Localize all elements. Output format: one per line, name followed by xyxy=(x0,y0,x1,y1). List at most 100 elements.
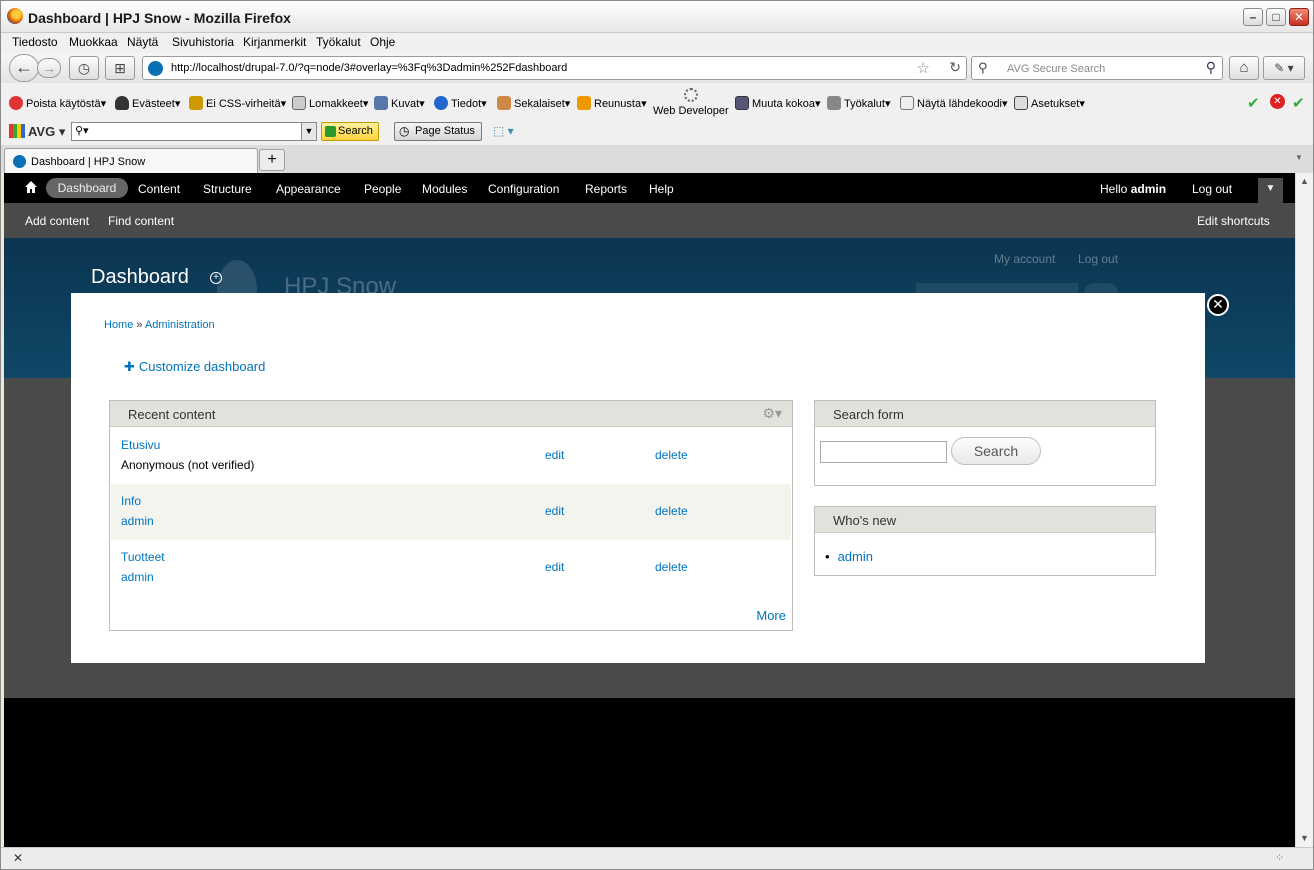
search-input[interactable] xyxy=(820,441,947,463)
menu-muokkaa[interactable]: Muokkaa xyxy=(69,35,118,49)
close-button[interactable]: ✕ xyxy=(1289,8,1309,26)
content-title-link[interactable]: Tuotteet xyxy=(121,550,165,564)
search-bar[interactable]: ⚲ AVG Secure Search ⚲ xyxy=(971,56,1223,80)
secondary-my-account[interactable]: My account xyxy=(994,252,1055,266)
menu-ohje[interactable]: Ohje xyxy=(370,35,395,49)
history-button[interactable]: ◷ xyxy=(69,56,99,80)
user-link[interactable]: admin xyxy=(838,549,873,564)
customize-dashboard-link[interactable]: ✚ Customize dashboard xyxy=(124,359,265,375)
page-status-button[interactable]: ◷ Page Status xyxy=(394,122,482,141)
chevron-down-icon[interactable]: ▼ xyxy=(301,123,316,140)
wd-cookies[interactable]: Evästeet▾ xyxy=(115,96,180,110)
user-icon xyxy=(115,96,129,110)
new-tab-button[interactable]: + xyxy=(259,149,285,171)
maximize-button[interactable]: □ xyxy=(1266,8,1286,26)
search-form-block: Search form Search xyxy=(814,400,1156,486)
reload-icon[interactable]: ↻ xyxy=(949,59,961,76)
toolbar-people[interactable]: People xyxy=(364,182,401,196)
block-header: Search form xyxy=(815,401,1155,427)
toolbar-configuration[interactable]: Configuration xyxy=(488,182,559,196)
delete-link[interactable]: delete xyxy=(655,560,688,574)
scroll-up-icon[interactable]: ▲ xyxy=(1300,176,1309,186)
toolbar-help[interactable]: Help xyxy=(649,182,674,196)
wd-resize[interactable]: Muuta kokoa▾ xyxy=(735,96,821,110)
edit-link[interactable]: edit xyxy=(545,448,564,462)
forward-button[interactable]: → xyxy=(37,58,61,78)
home-icon[interactable] xyxy=(24,180,38,194)
tab-list-icon[interactable]: ▼ xyxy=(1295,153,1303,162)
check-green-icon[interactable]: ✔ xyxy=(1247,94,1260,112)
menu-bar: Tiedosto Muokkaa Näytä Sivuhistoria Kirj… xyxy=(1,33,1313,53)
home-icon[interactable]: ⌂ xyxy=(1229,56,1259,80)
shortcut-find-content[interactable]: Find content xyxy=(108,214,174,228)
more-link[interactable]: More xyxy=(756,608,786,623)
content-author-link[interactable]: admin xyxy=(121,570,154,584)
shortcut-add-content[interactable]: Add content xyxy=(25,214,89,228)
error-red-icon[interactable]: ✕ xyxy=(1270,94,1285,109)
block-title: Who's new xyxy=(833,513,897,528)
wd-info[interactable]: Tiedot▾ xyxy=(434,96,487,110)
content-author-link[interactable]: admin xyxy=(121,514,154,528)
wd-tools[interactable]: Työkalut▾ xyxy=(827,96,891,110)
close-addon-bar-icon[interactable]: ✕ xyxy=(13,851,23,865)
avg-search-button[interactable]: Search xyxy=(321,122,379,141)
url-bar[interactable]: http://localhost/drupal-7.0/?q=node/3#ov… xyxy=(142,56,967,80)
wd-css[interactable]: Ei CSS-virheitä▾ xyxy=(189,96,286,110)
toolbar-username[interactable]: admin xyxy=(1131,182,1166,196)
avg-search-input[interactable]: ⚲▾ ▼ xyxy=(71,122,317,141)
toolbar-reports[interactable]: Reports xyxy=(585,182,627,196)
menu-tyokalut[interactable]: Työkalut xyxy=(316,35,361,49)
wd-misc[interactable]: Sekalaiset▾ xyxy=(497,96,570,110)
wd-disable[interactable]: Poista käytöstä▾ xyxy=(9,96,106,110)
search-go-icon[interactable]: ⚲ xyxy=(1206,59,1216,76)
vertical-scrollbar[interactable]: ▲ ▼ xyxy=(1295,173,1313,847)
overlay-close-button[interactable]: ✕ xyxy=(1207,294,1229,316)
delete-link[interactable]: delete xyxy=(655,448,688,462)
delete-link[interactable]: delete xyxy=(655,504,688,518)
content-title-link[interactable]: Etusivu xyxy=(121,438,160,452)
options-icon xyxy=(1014,96,1028,110)
disable-icon xyxy=(9,96,23,110)
toolbar-logout[interactable]: Log out xyxy=(1192,182,1232,196)
menu-sivuhistoria[interactable]: Sivuhistoria xyxy=(172,35,234,49)
toolbar-structure[interactable]: Structure xyxy=(203,182,252,196)
edit-link[interactable]: edit xyxy=(545,504,564,518)
edit-link[interactable]: edit xyxy=(545,560,564,574)
edit-shortcuts-link[interactable]: Edit shortcuts xyxy=(1197,214,1270,228)
scroll-down-icon[interactable]: ▼ xyxy=(1300,833,1309,843)
minimize-button[interactable]: – xyxy=(1243,8,1263,26)
toolbar-content[interactable]: Content xyxy=(138,182,180,196)
wd-view-source[interactable]: Näytä lähdekoodi▾ xyxy=(900,96,1008,110)
home-save-button[interactable]: ⊞ xyxy=(105,56,135,80)
avg-extra-icon[interactable]: ⬚ ▾ xyxy=(493,124,514,138)
menu-nayta[interactable]: Näytä xyxy=(127,35,158,49)
gear-icon[interactable]: ⚙▾ xyxy=(762,405,782,422)
add-shortcut-icon[interactable]: + xyxy=(210,272,222,284)
toolbar-appearance[interactable]: Appearance xyxy=(276,182,341,196)
title-bar: Dashboard | HPJ Snow - Mozilla Firefox –… xyxy=(1,1,1313,33)
wd-outline[interactable]: Reunusta▾ xyxy=(577,96,647,110)
toolbar-modules[interactable]: Modules xyxy=(422,182,467,196)
url-text[interactable]: http://localhost/drupal-7.0/?q=node/3#ov… xyxy=(171,62,567,74)
breadcrumb-administration[interactable]: Administration xyxy=(145,319,215,331)
overlay-dialog: Home » Administration ✚ Customize dashboa… xyxy=(71,293,1205,663)
wd-forms[interactable]: Lomakkeet▾ xyxy=(292,96,368,110)
search-button[interactable]: Search xyxy=(951,437,1041,465)
secondary-log-out[interactable]: Log out xyxy=(1078,252,1118,266)
menu-kirjanmerkit[interactable]: Kirjanmerkit xyxy=(243,35,306,49)
search-engine-icon[interactable]: ⚲ xyxy=(978,60,988,76)
back-button[interactable]: ← xyxy=(9,54,39,82)
breadcrumb-home[interactable]: Home xyxy=(104,319,133,331)
tab-dashboard[interactable]: Dashboard | HPJ Snow xyxy=(4,148,258,173)
bookmark-star-icon[interactable]: ☆ xyxy=(917,59,930,77)
menu-tiedosto[interactable]: Tiedosto xyxy=(12,35,58,49)
avg-logo[interactable]: AVG ▾ xyxy=(9,124,65,140)
toolbar-dashboard[interactable]: Dashboard xyxy=(46,178,128,198)
content-title-link[interactable]: Info xyxy=(121,494,141,508)
wd-images[interactable]: Kuvat▾ xyxy=(374,96,425,110)
check-green-icon-2[interactable]: ✔ xyxy=(1292,94,1305,112)
wd-web-developer[interactable]: Web Developer xyxy=(653,105,729,117)
addon-menu-button[interactable]: ✎ ▾ xyxy=(1263,56,1305,80)
wd-options[interactable]: Asetukset▾ xyxy=(1014,96,1085,110)
toolbar-drawer-toggle[interactable]: ▼ xyxy=(1258,178,1283,203)
